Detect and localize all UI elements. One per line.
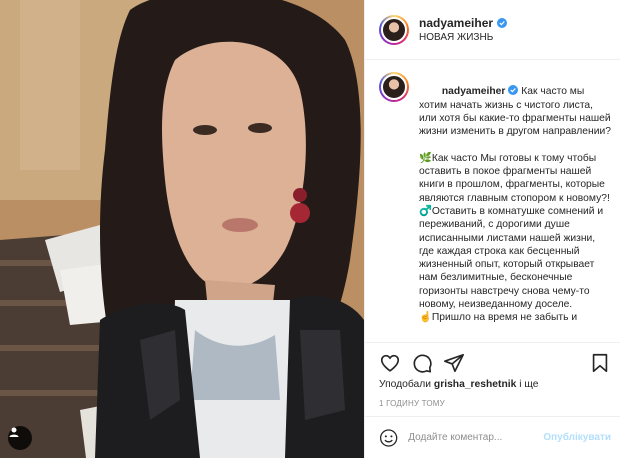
share-icon[interactable] <box>443 352 465 374</box>
author-avatar[interactable] <box>379 14 409 45</box>
verified-badge-icon <box>508 85 519 96</box>
post-header: nadyameiher НОВАЯ ЖИЗНЬ <box>365 0 620 60</box>
caption-text: nadyameiher Как часто мы хотим начать жи… <box>419 72 611 342</box>
caption-area: nadyameiher Как часто мы хотим начать жи… <box>365 60 620 342</box>
action-bar <box>365 343 620 373</box>
post-photo[interactable] <box>0 0 364 458</box>
caption-line: ☝️Пришло на время не забыть и <box>419 312 578 324</box>
post-side-panel: nadyameiher НОВАЯ ЖИЗНЬ nadyameiher Как … <box>364 0 620 458</box>
likes-summary: Уподобали grisha_reshetnik і ще <box>365 373 620 390</box>
user-tag-icon[interactable] <box>8 426 32 450</box>
post-timestamp[interactable]: 1 ГОДИНУ ТОМУ <box>365 390 620 408</box>
likes-prefix: Уподобали <box>379 379 432 390</box>
post-location[interactable]: НОВАЯ ЖИЗНЬ <box>419 32 507 43</box>
likes-user[interactable]: grisha_reshetnik <box>434 379 516 390</box>
verified-badge-icon <box>497 18 508 28</box>
comment-input[interactable] <box>408 432 544 443</box>
publish-button[interactable]: Опублікувати <box>543 432 611 443</box>
caption-username[interactable]: nadyameiher <box>442 86 506 97</box>
comment-icon[interactable] <box>411 352 433 374</box>
post-actions-section: Уподобали grisha_reshetnik і ще 1 ГОДИНУ… <box>365 342 620 416</box>
bookmark-icon[interactable] <box>589 352 611 374</box>
emoji-icon[interactable] <box>379 428 398 448</box>
caption-line: 🌿Как часто Мы готовы к тому чтобы остави… <box>419 152 610 204</box>
likes-suffix[interactable]: і ще <box>519 379 538 390</box>
heart-icon[interactable] <box>379 352 401 374</box>
comment-bar: Опублікувати <box>365 416 620 458</box>
caption-line: ♂️Оставить в комнатушке сомнений и переж… <box>419 205 607 311</box>
post-photo-illustration <box>0 0 364 458</box>
caption-avatar[interactable] <box>379 72 409 102</box>
author-username[interactable]: nadyameiher <box>419 16 493 30</box>
